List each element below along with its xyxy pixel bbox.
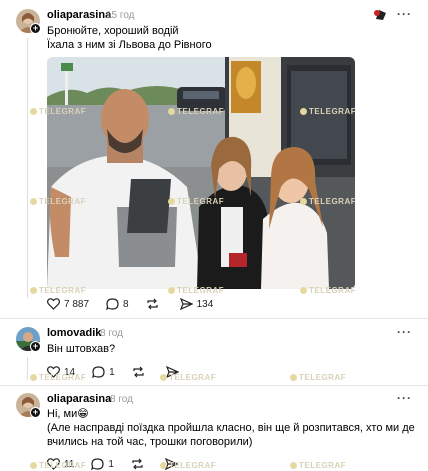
reply-2-text-line-1: Ні, ми😁 [47,408,89,420]
reply-2-text-line-3: вчились на той час, трошки поговорили) [47,436,253,448]
comment-icon [92,366,105,378]
post-time: 15 год [106,10,135,21]
repost-button[interactable] [131,458,148,470]
watermark: TELEGRAF [30,107,86,116]
watermark: TELEGRAF [160,461,216,470]
comment-count: 1 [109,366,115,378]
watermark: TELEGRAF [300,286,356,295]
reply-2-time: 8 год [110,394,133,405]
repost-icon [146,298,158,310]
comment-button[interactable]: 1 [92,366,115,378]
watermark: TELEGRAF [290,373,346,382]
reply-1-text: Він штовхав? [47,343,116,355]
reply-1-more-icon[interactable]: ··· [397,325,412,339]
thread-line [27,357,28,380]
comment-button[interactable]: 8 [106,298,129,310]
thread-line [27,38,28,298]
watermark: TELEGRAF [168,107,224,116]
reply-2-username[interactable]: oliaparasina [47,393,111,405]
divider [0,385,428,386]
watermark: TELEGRAF [290,461,346,470]
comment-count: 1 [108,458,114,470]
follow-plus-icon[interactable]: + [30,407,41,418]
watermark: TELEGRAF [30,286,86,295]
reply-2-more-icon[interactable]: ··· [397,391,412,405]
watermark: TELEGRAF [30,373,86,382]
post-text-line-2: Їхала з ним зі Львова до Рівного [47,39,212,51]
send-icon [179,298,193,310]
flag-icon [374,10,386,20]
watermark: TELEGRAF [300,107,356,116]
reply-1-username[interactable]: lomovadik [47,327,101,339]
comment-button[interactable]: 1 [91,458,114,470]
post-username[interactable]: oliaparasina [47,9,111,21]
post-photo[interactable] [47,57,355,289]
main-post: + oliaparasina 15 год ··· Бронюйте, хоро… [0,0,428,318]
like-count: 7 887 [64,298,90,310]
post-action-bar: 7 887 8 134 [47,298,230,310]
watermark: TELEGRAF [300,197,356,206]
comment-icon [91,458,104,470]
repost-icon [133,366,144,378]
divider [0,318,428,319]
post-more-icon[interactable]: ··· [397,7,412,21]
watermark: TELEGRAF [168,286,224,295]
share-button[interactable]: 134 [179,298,214,310]
repost-button[interactable] [146,298,163,310]
follow-plus-icon[interactable]: + [30,23,41,34]
follow-plus-icon[interactable]: + [30,341,41,352]
heart-icon [47,298,60,310]
watermark: TELEGRAF [30,461,86,470]
comment-count: 8 [123,298,129,310]
reply-1-time: 8 год [100,328,123,339]
watermark: TELEGRAF [160,373,216,382]
comment-icon [106,298,119,310]
share-count: 134 [196,298,214,310]
like-button[interactable]: 7 887 [47,298,89,310]
watermark: TELEGRAF [168,197,224,206]
repost-button[interactable] [132,366,149,378]
reply-2-text-line-2: (Але насправді поїздка пройшла класно, в… [47,422,415,434]
watermark: TELEGRAF [30,197,86,206]
post-text-line-1: Бронюйте, хороший водій [47,25,179,37]
repost-icon [132,458,143,470]
